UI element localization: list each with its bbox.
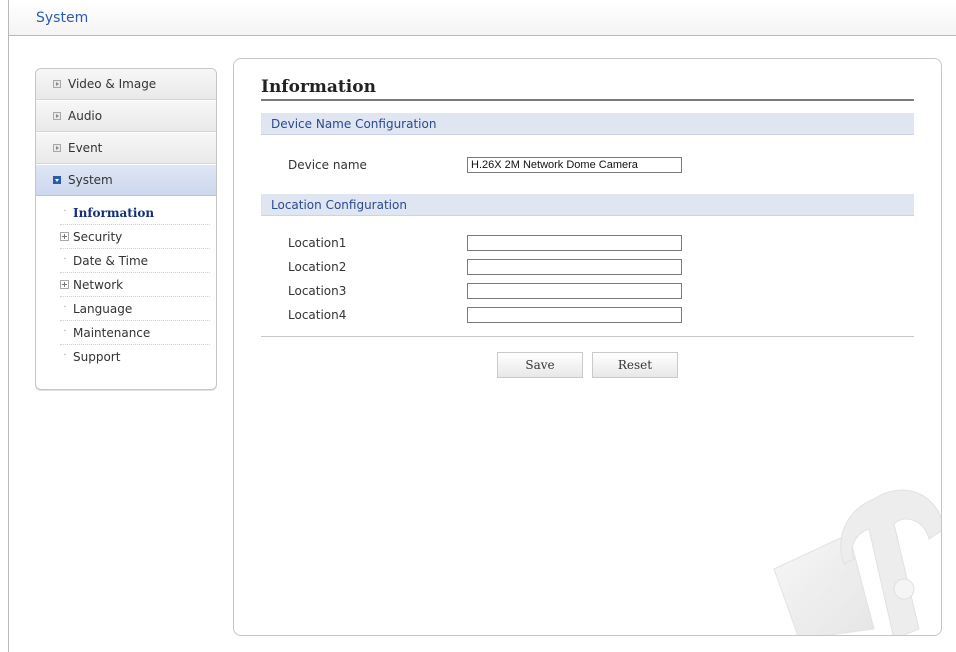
form-divider	[261, 336, 914, 337]
sidebar-item-security[interactable]: Security	[60, 225, 210, 249]
sidebar-item-maintenance[interactable]: · Maintenance	[60, 321, 210, 345]
frame-divider	[8, 36, 9, 652]
sidebar-item-support[interactable]: · Support	[60, 345, 210, 369]
content-panel: Information Device Name Configuration De…	[233, 58, 942, 636]
location2-input[interactable]	[467, 259, 682, 275]
expand-arrow-icon	[53, 112, 61, 120]
reset-button[interactable]: Reset	[592, 352, 678, 378]
sidebar-section-video-image[interactable]: Video & Image	[36, 69, 216, 100]
location4-label: Location4	[288, 308, 347, 322]
sidebar-item-label: Date & Time	[73, 254, 149, 268]
expand-arrow-icon	[53, 144, 61, 152]
save-button[interactable]: Save	[497, 352, 583, 378]
expand-arrow-icon	[53, 80, 61, 88]
sidebar-item-label: Security	[73, 230, 123, 244]
location2-label: Location2	[288, 260, 347, 274]
section-title: Information	[261, 77, 914, 101]
location-config-heading: Location Configuration	[271, 198, 407, 212]
location4-input[interactable]	[467, 307, 682, 323]
sidebar-item-label: Support	[73, 350, 121, 364]
plus-box-icon	[60, 232, 69, 241]
sidebar-section-label: Event	[68, 141, 103, 155]
page-title: System	[36, 10, 89, 26]
device-name-input[interactable]	[467, 157, 682, 173]
dot-icon: ·	[63, 326, 67, 337]
dot-icon: ·	[63, 302, 67, 313]
device-name-config-heading: Device Name Configuration	[271, 117, 437, 131]
sidebar-item-label: Network	[73, 278, 124, 292]
location3-input[interactable]	[467, 283, 682, 299]
dot-icon: ·	[63, 206, 67, 217]
location3-label: Location3	[288, 284, 347, 298]
plus-box-icon	[60, 280, 69, 289]
sidebar-section-system[interactable]: System	[36, 165, 216, 196]
sidebar-section-label: Audio	[68, 109, 103, 123]
location1-input[interactable]	[467, 235, 682, 251]
sidebar-section-label: Video & Image	[68, 77, 157, 91]
sidebar-section-event[interactable]: Event	[36, 133, 216, 164]
sidebar-item-label: Language	[73, 302, 133, 316]
location-config-header: Location Configuration	[261, 194, 914, 216]
sidebar-item-date-time[interactable]: · Date & Time	[60, 249, 210, 273]
sidebar-item-information[interactable]: · Information	[60, 201, 210, 225]
location1-label: Location1	[288, 236, 347, 250]
dot-icon: ·	[63, 350, 67, 361]
device-name-label: Device name	[288, 158, 367, 172]
sidebar-item-language[interactable]: · Language	[60, 297, 210, 321]
tools-watermark-icon	[773, 489, 941, 635]
top-bar: System	[8, 0, 956, 36]
sidebar-item-network[interactable]: Network	[60, 273, 210, 297]
sidebar: Video & Image Audio Event System · Infor…	[35, 68, 217, 390]
device-name-config-header: Device Name Configuration	[261, 113, 914, 135]
sidebar-section-audio[interactable]: Audio	[36, 101, 216, 132]
sidebar-item-label: Maintenance	[73, 326, 151, 340]
sidebar-item-label: Information	[73, 206, 155, 220]
collapse-arrow-icon	[53, 176, 61, 184]
sidebar-section-label: System	[68, 173, 113, 187]
dot-icon: ·	[63, 254, 67, 265]
